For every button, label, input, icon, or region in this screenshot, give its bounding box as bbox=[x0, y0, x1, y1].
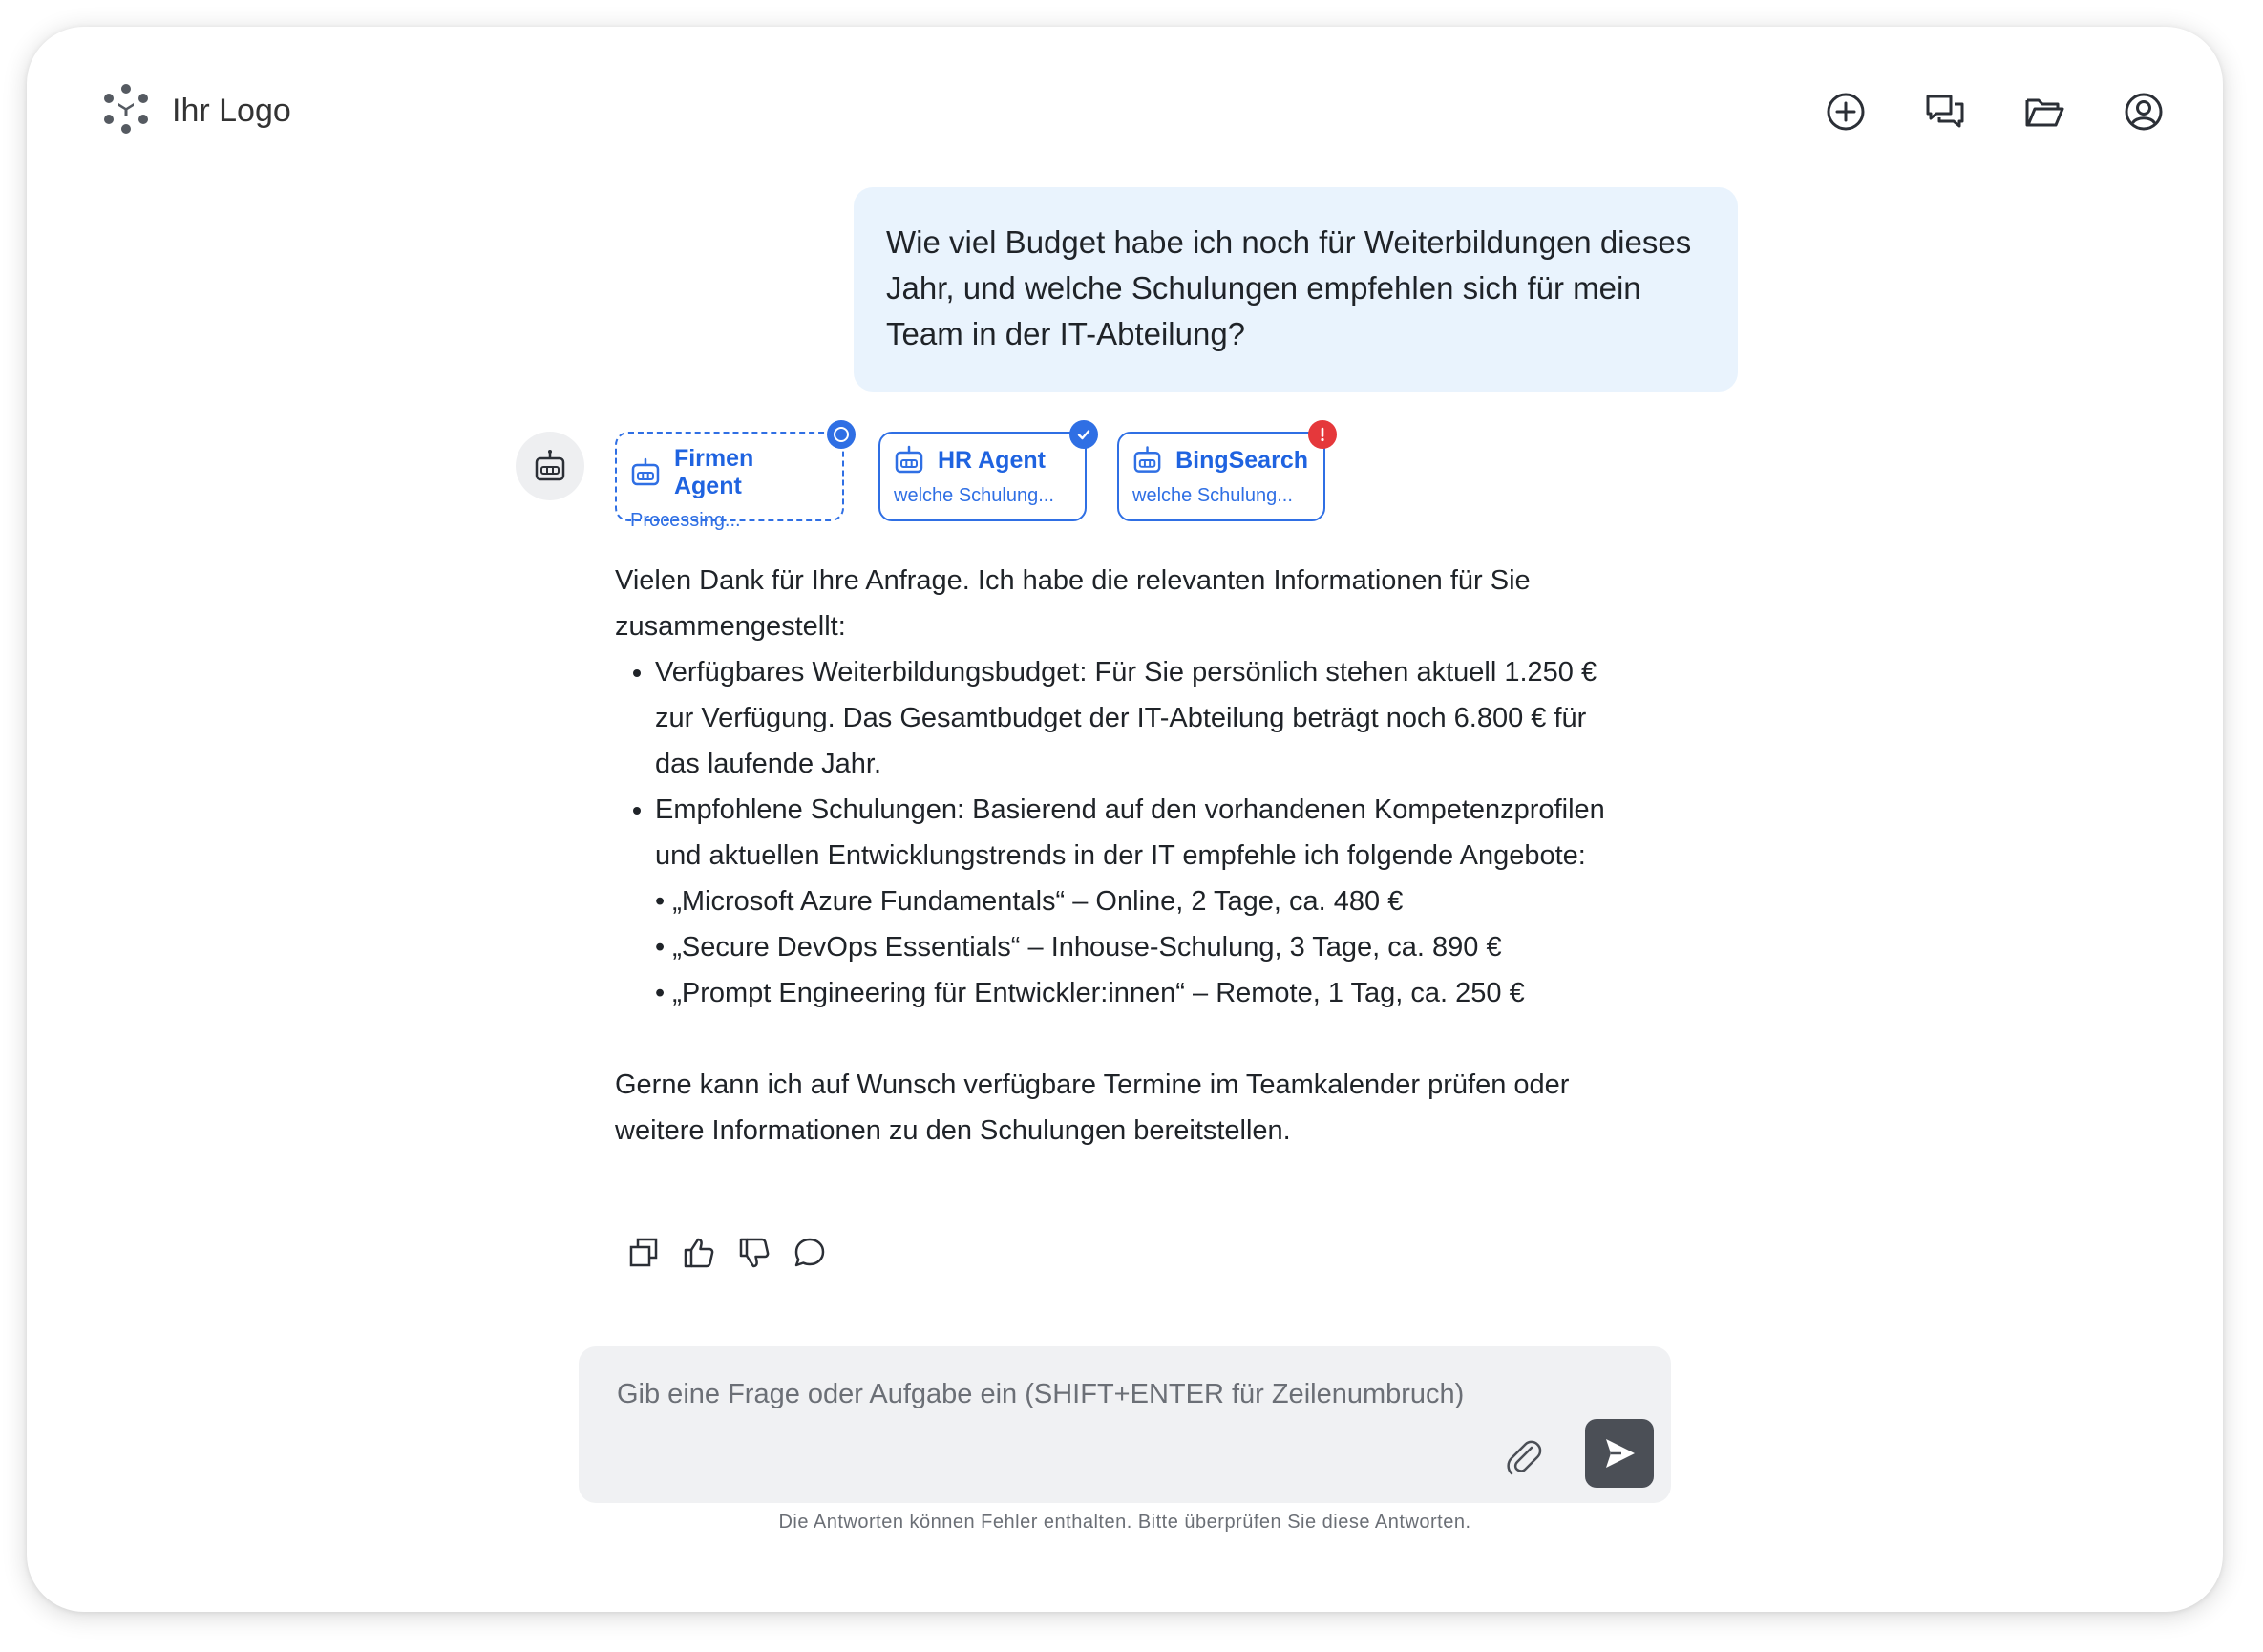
error-icon bbox=[1308, 420, 1337, 449]
processing-spinner-icon bbox=[827, 420, 856, 449]
training-item: • „Prompt Engineering für Entwickler:inn… bbox=[655, 978, 1525, 1008]
agent-chip-firmen-agent[interactable]: Firmen Agent Processing... bbox=[615, 420, 856, 531]
thumbs-up-button[interactable] bbox=[682, 1236, 716, 1270]
assistant-answer: Vielen Dank für Ihre Anfrage. Ich habe d… bbox=[615, 558, 1608, 1154]
agent-chip-hr-agent[interactable]: HR Agent welche Schulung... bbox=[878, 420, 1098, 521]
training-item: • „Secure DevOps Essentials“ – Inhouse-S… bbox=[655, 932, 1502, 963]
answer-list: Verfügbares Weiterbildungsbudget: Für Si… bbox=[615, 649, 1608, 1016]
thumbs-up-icon bbox=[684, 1238, 714, 1268]
assistant-avatar bbox=[516, 432, 584, 500]
robot-icon bbox=[535, 450, 565, 481]
agent-name: HR Agent bbox=[938, 446, 1046, 474]
agent-chip-bingsearch[interactable]: BingSearch welche Schulung... bbox=[1117, 420, 1337, 521]
chat-history-button[interactable] bbox=[1923, 90, 1967, 134]
training-item: • „Microsoft Azure Fundamentals“ – Onlin… bbox=[655, 886, 1404, 917]
answer-bullet-trainings-text: Empfohlene Schulungen: Basierend auf den… bbox=[655, 794, 1605, 871]
thumbs-down-button[interactable] bbox=[737, 1236, 772, 1270]
logo-text: Ihr Logo bbox=[172, 93, 291, 129]
disclaimer: Die Antworten können Fehler enthalten. B… bbox=[778, 1512, 1471, 1533]
chat-history-icon bbox=[1926, 95, 1964, 128]
logo-icon bbox=[101, 84, 151, 138]
new-chat-button[interactable] bbox=[1824, 90, 1868, 134]
agent-status-text: Processing... bbox=[630, 510, 741, 531]
attach-button[interactable] bbox=[1503, 1436, 1545, 1478]
answer-bullet-trainings: Empfohlene Schulungen: Basierend auf den… bbox=[655, 787, 1608, 1016]
brand[interactable]: Ihr Logo bbox=[101, 84, 291, 138]
folder-icon bbox=[2025, 98, 2064, 127]
answer-actions bbox=[626, 1236, 827, 1270]
robot-icon bbox=[1133, 446, 1161, 473]
agent-status-text: welche Schulung... bbox=[1132, 485, 1293, 506]
check-icon bbox=[1069, 420, 1098, 449]
app-window: Ihr Logo Wie viel Budget habe ich noch f… bbox=[27, 27, 2223, 1612]
new-chat-icon bbox=[1827, 93, 1865, 131]
user-message: Wie viel Budget habe ich noch für Weiter… bbox=[854, 187, 1738, 392]
thumbs-down-icon bbox=[739, 1238, 770, 1268]
robot-icon bbox=[631, 457, 660, 486]
training-list: • „Microsoft Azure Fundamentals“ – Onlin… bbox=[655, 879, 1608, 1016]
agent-status-text: welche Schulung... bbox=[894, 485, 1054, 506]
folder-button[interactable] bbox=[2022, 90, 2066, 134]
message-input[interactable] bbox=[615, 1377, 1478, 1429]
send-icon bbox=[1606, 1439, 1635, 1468]
copy-icon bbox=[629, 1238, 658, 1267]
send-button[interactable] bbox=[1585, 1419, 1654, 1488]
copy-button[interactable] bbox=[626, 1236, 661, 1270]
answer-intro: Vielen Dank für Ihre Anfrage. Ich habe d… bbox=[615, 565, 1531, 642]
answer-closing: Gerne kann ich auf Wunsch verfügbare Ter… bbox=[615, 1070, 1570, 1146]
paperclip-icon bbox=[1507, 1440, 1542, 1475]
robot-icon bbox=[895, 445, 923, 474]
message-composer bbox=[579, 1346, 1671, 1503]
comment-button[interactable] bbox=[793, 1236, 827, 1270]
agent-name: Firmen Agent bbox=[673, 445, 754, 499]
agent-name: BingSearch bbox=[1175, 446, 1308, 474]
answer-bullet-budget: Verfügbares Weiterbildungsbudget: Für Si… bbox=[655, 649, 1608, 787]
header-nav bbox=[1824, 90, 2166, 134]
account-button[interactable] bbox=[2122, 90, 2166, 134]
comment-icon bbox=[794, 1238, 825, 1267]
account-icon bbox=[2125, 93, 2163, 131]
